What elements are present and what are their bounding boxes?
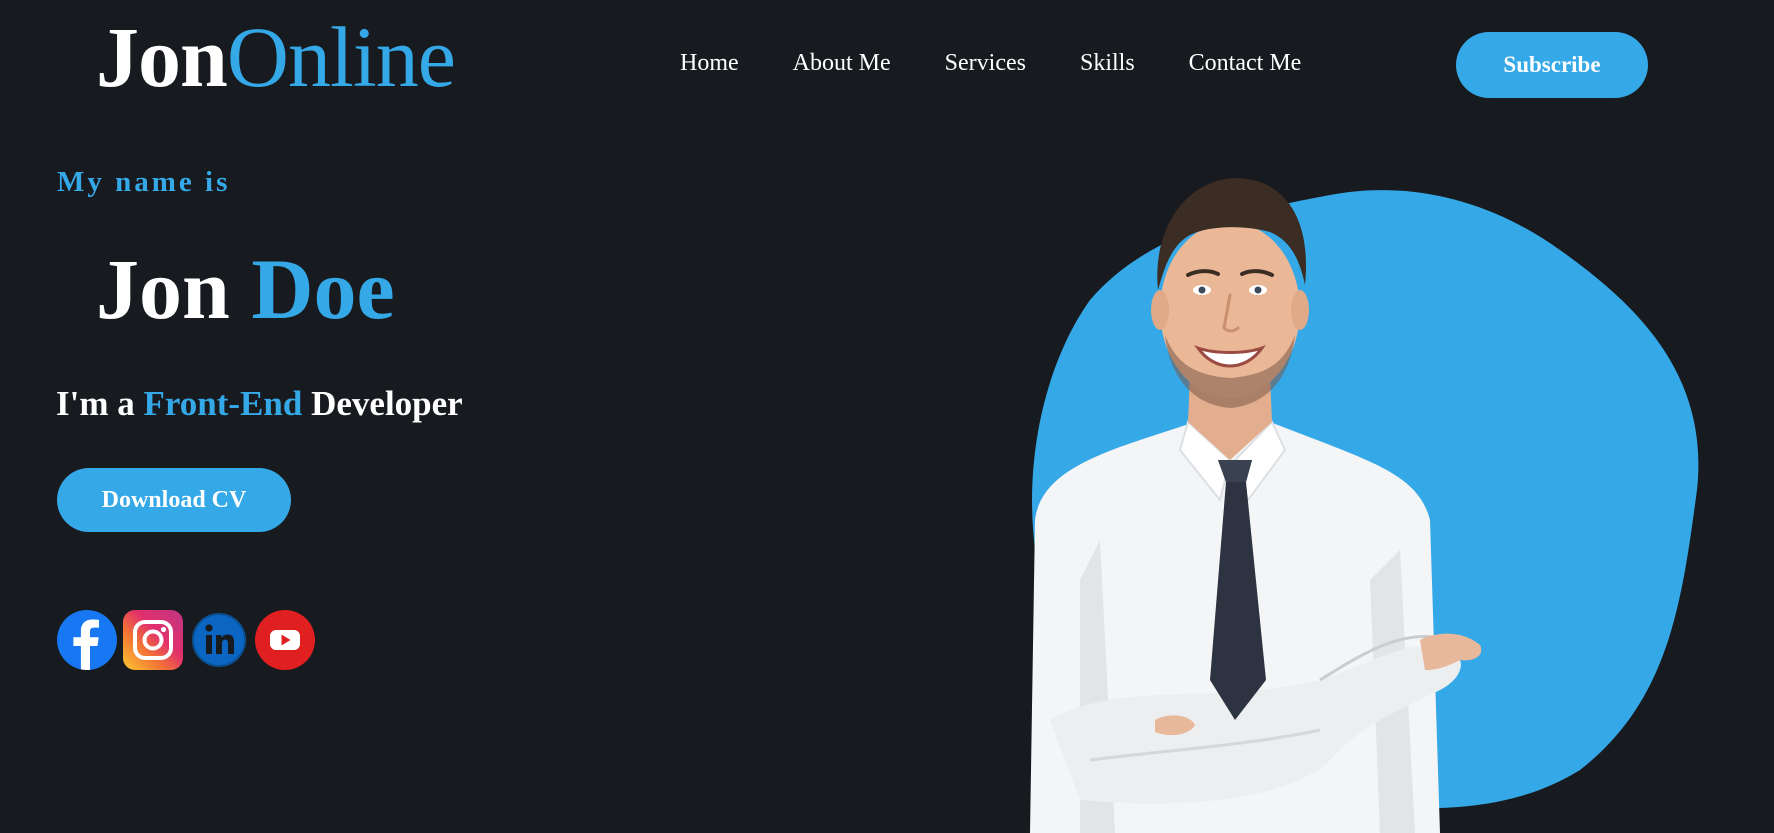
- hero-first-name: Jon: [96, 241, 230, 337]
- nav-home-link[interactable]: Home: [680, 50, 739, 77]
- nav-about-link[interactable]: About Me: [793, 50, 891, 77]
- logo-part-1: Jon: [96, 9, 228, 105]
- role-suffix: Developer: [311, 384, 463, 423]
- page: JonOnline Home About Me Services Skills …: [0, 0, 1774, 833]
- profile-portrait-image: [1030, 178, 1699, 833]
- role-highlight: Front-End: [143, 384, 303, 423]
- nav-services-link[interactable]: Services: [945, 50, 1026, 77]
- facebook-icon[interactable]: [57, 610, 117, 670]
- subscribe-button[interactable]: Subscribe: [1456, 32, 1648, 98]
- site-logo[interactable]: JonOnline: [96, 14, 456, 100]
- nav-skills-link[interactable]: Skills: [1080, 50, 1135, 77]
- hero-role: I'm a Front-End Developer: [56, 384, 463, 424]
- hero-last-name: Doe: [251, 241, 395, 337]
- linkedin-icon[interactable]: [189, 610, 249, 670]
- main-nav: Home About Me Services Skills Contact Me: [680, 50, 1301, 77]
- youtube-icon[interactable]: [255, 610, 315, 670]
- instagram-icon[interactable]: [123, 610, 183, 670]
- download-cv-button[interactable]: Download CV: [57, 468, 291, 532]
- social-links: [57, 610, 315, 670]
- hero-intro: My name is: [57, 166, 231, 198]
- nav-contact-link[interactable]: Contact Me: [1189, 50, 1302, 77]
- role-prefix: I'm a: [56, 384, 135, 423]
- logo-part-2: Online: [226, 9, 456, 105]
- hero-name: Jon Doe: [96, 246, 395, 332]
